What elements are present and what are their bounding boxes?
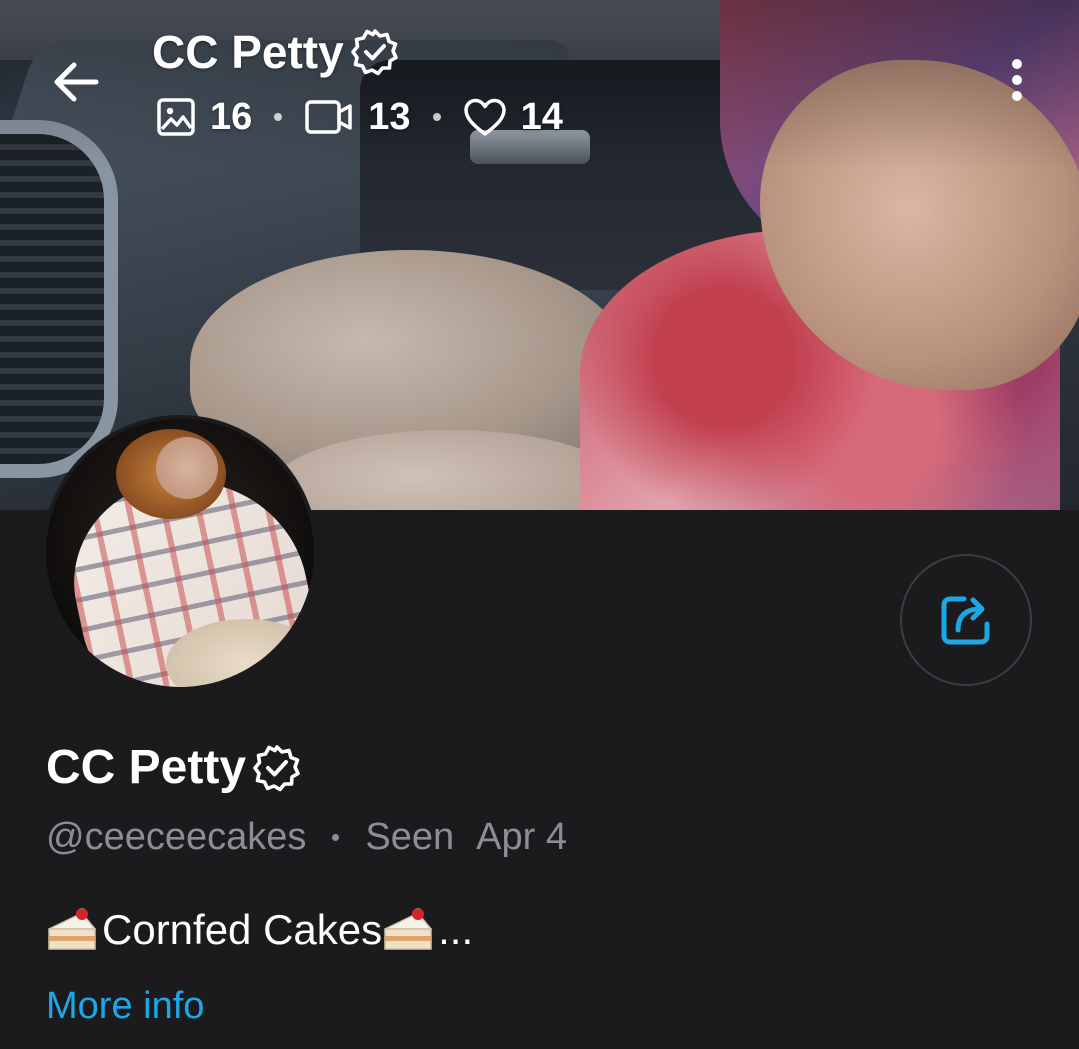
cake-slice-icon <box>384 908 433 950</box>
videos-count: 13 <box>368 96 411 138</box>
videos-stat[interactable]: 13 <box>304 92 411 142</box>
photos-stat[interactable]: 16 <box>156 92 252 142</box>
stats-separator <box>432 113 441 121</box>
stats-separator <box>274 113 283 121</box>
vertical-dots-icon <box>1012 91 1022 101</box>
last-seen-label: Seen <box>365 816 455 858</box>
cake-slice-icon <box>48 908 97 950</box>
verified-badge-icon <box>253 745 300 792</box>
avatar[interactable] <box>42 415 318 691</box>
photos-count: 16 <box>210 96 253 138</box>
share-icon <box>941 596 990 645</box>
header-name: CC Petty <box>152 26 344 78</box>
profile-display-name: CC Petty <box>46 741 247 794</box>
more-info-link[interactable]: More info <box>46 978 204 1034</box>
profile-meta: @ceeceecakes Seen Apr 4 <box>46 812 567 862</box>
back-button[interactable] <box>44 50 108 114</box>
header-title: CC Petty <box>152 24 400 80</box>
cover-vent <box>0 120 118 478</box>
vertical-dots-icon <box>1012 59 1022 69</box>
heart-icon <box>463 98 506 136</box>
avatar-photo <box>46 419 314 687</box>
meta-separator <box>332 833 340 841</box>
profile-handle: @ceeceecakes <box>46 816 307 858</box>
bio-ellipsis: ... <box>438 906 474 953</box>
profile-bio: Cornfed Cakes ... <box>46 900 473 960</box>
likes-count: 14 <box>520 96 563 138</box>
video-icon <box>305 100 353 134</box>
share-button[interactable] <box>900 554 1032 686</box>
bio-text: Cornfed Cakes <box>102 906 383 953</box>
likes-stat[interactable]: 14 <box>463 92 563 142</box>
more-options-button[interactable] <box>992 52 1042 108</box>
arrow-left-icon <box>54 62 99 102</box>
avatar-face <box>156 437 218 499</box>
profile-name: CC Petty <box>46 738 302 798</box>
verified-badge-icon <box>350 29 398 76</box>
header-stats: 16 13 14 <box>156 92 563 142</box>
last-seen-date: Apr 4 <box>476 816 567 858</box>
vertical-dots-icon <box>1012 75 1022 85</box>
image-icon <box>157 98 195 136</box>
